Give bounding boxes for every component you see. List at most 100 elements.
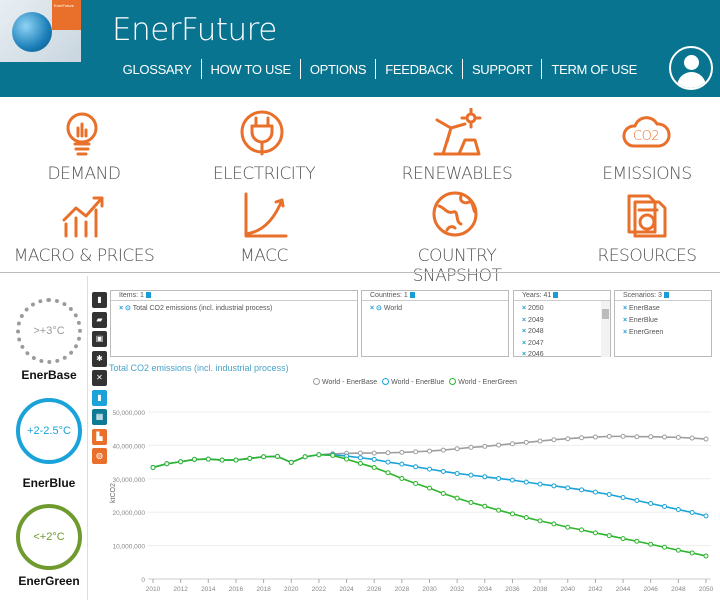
items-header: Items: 1 bbox=[119, 292, 144, 299]
list-item[interactable]: × EnerGreen bbox=[623, 327, 711, 339]
years-selector[interactable]: Years: 41 × 2050 × 2049 × 2048 × 2047 × 2046 bbox=[513, 290, 611, 358]
data-point bbox=[662, 504, 668, 510]
data-point bbox=[302, 454, 308, 460]
y-tick-label: 10,000,000 bbox=[112, 544, 145, 551]
countries-selector[interactable]: Countries: 1 × ⊙ World bbox=[361, 290, 509, 357]
module-label: DEMAND bbox=[47, 164, 121, 184]
module-macro-prices[interactable]: MACRO & PRICES bbox=[4, 190, 164, 266]
data-point bbox=[191, 456, 197, 462]
data-point bbox=[440, 468, 446, 474]
nav-options[interactable]: OPTIONS bbox=[301, 62, 375, 77]
documents-icon bbox=[627, 194, 667, 238]
data-point bbox=[399, 475, 405, 481]
settings-icon[interactable]: ✱ bbox=[92, 350, 107, 367]
data-point bbox=[565, 485, 571, 491]
data-point bbox=[523, 479, 529, 485]
trash-icon[interactable] bbox=[553, 292, 559, 298]
data-point bbox=[703, 436, 709, 442]
user-avatar-icon[interactable] bbox=[669, 46, 713, 90]
x-tick-label: 2040 bbox=[561, 586, 576, 593]
data-point bbox=[385, 470, 391, 476]
series-line-enerblue bbox=[152, 453, 707, 517]
data-point bbox=[620, 536, 626, 542]
data-point bbox=[662, 434, 668, 440]
data-point bbox=[648, 541, 654, 547]
scrollbar[interactable] bbox=[601, 301, 610, 357]
data-point bbox=[551, 521, 557, 527]
data-point bbox=[468, 472, 474, 478]
scenario-enerbase[interactable]: >+3°C EnerBase bbox=[10, 298, 88, 382]
module-label: COUNTRY SNAPSHOT bbox=[412, 246, 502, 286]
trash-icon[interactable] bbox=[663, 292, 669, 298]
data-point bbox=[579, 487, 585, 493]
legend-item-energreen[interactable]: World - EnerGreen bbox=[449, 378, 517, 386]
data-point bbox=[675, 547, 681, 553]
nav-how-to-use[interactable]: HOW TO USE bbox=[202, 62, 300, 77]
y-tick-label: 0 bbox=[141, 577, 145, 584]
module-demand[interactable]: DEMAND bbox=[4, 108, 164, 184]
x-tick-label: 2018 bbox=[256, 586, 271, 593]
legend-item-enerblue[interactable]: World - EnerBlue bbox=[382, 378, 444, 386]
nav-term-of-use[interactable]: TERM OF USE bbox=[542, 62, 646, 77]
data-point bbox=[482, 443, 488, 449]
module-electricity[interactable]: ELECTRICITY bbox=[184, 108, 344, 184]
open-folder-icon[interactable]: ▰ bbox=[92, 311, 107, 328]
globe-medal-icon: +2-2.5°C bbox=[16, 398, 82, 464]
top-nav: GLOSSARY HOW TO USE OPTIONS FEEDBACK SUP… bbox=[114, 59, 646, 79]
list-item[interactable]: × 2050 bbox=[522, 303, 610, 315]
nav-support[interactable]: SUPPORT bbox=[463, 62, 542, 77]
data-point bbox=[427, 466, 432, 472]
save-icon[interactable]: ▣ bbox=[92, 331, 107, 347]
list-item[interactable]: × EnerBase bbox=[623, 303, 711, 315]
x-tick-label: 2042 bbox=[588, 586, 603, 593]
scenario-enerblue[interactable]: +2-2.5°C EnerBlue bbox=[10, 398, 88, 490]
data-point bbox=[592, 434, 598, 440]
list-item[interactable]: × 2046 bbox=[522, 349, 610, 361]
logo-tag: EnerFuture bbox=[52, 0, 81, 30]
trash-icon[interactable] bbox=[145, 292, 151, 298]
data-point bbox=[261, 454, 267, 460]
scenario-label: EnerGreen bbox=[18, 574, 80, 588]
data-point bbox=[592, 489, 598, 495]
list-item[interactable]: × ⊙ World bbox=[362, 301, 508, 315]
items-selector[interactable]: Items: 1 × ⊙ Total CO2 emissions (incl. i… bbox=[110, 290, 358, 357]
list-item[interactable]: × 2048 bbox=[522, 326, 610, 338]
legend-item-enerbase[interactable]: World - EnerBase bbox=[313, 378, 377, 386]
trash-icon[interactable] bbox=[409, 292, 415, 298]
data-point bbox=[357, 460, 363, 466]
data-point bbox=[606, 533, 612, 539]
nav-glossary[interactable]: GLOSSARY bbox=[114, 62, 201, 77]
scenario-energreen[interactable]: <+2°C EnerGreen bbox=[10, 504, 88, 588]
data-point bbox=[205, 456, 211, 462]
module-macc[interactable]: MACC bbox=[184, 190, 344, 266]
data-point bbox=[509, 441, 515, 447]
list-item[interactable]: × 2047 bbox=[522, 338, 610, 350]
app-title: EnerFuture bbox=[112, 12, 277, 48]
x-tick-label: 2046 bbox=[643, 586, 658, 593]
data-point bbox=[496, 507, 502, 513]
data-point bbox=[468, 444, 474, 450]
module-renewables[interactable]: RENEWABLES bbox=[377, 108, 537, 184]
nav-feedback[interactable]: FEEDBACK bbox=[376, 62, 462, 77]
scenarios-selector[interactable]: Scenarios: 3 × EnerBase × EnerBlue × EnerG… bbox=[614, 290, 712, 357]
list-item[interactable]: × 2049 bbox=[522, 315, 610, 327]
module-emissions[interactable]: CO2 EMISSIONS bbox=[567, 108, 720, 184]
data-point bbox=[675, 507, 681, 513]
svg-text:CO2: CO2 bbox=[633, 129, 659, 144]
module-label: ELECTRICITY bbox=[212, 164, 316, 184]
data-point bbox=[454, 446, 460, 452]
module-resources[interactable]: RESOURCES bbox=[567, 190, 720, 266]
data-point bbox=[413, 480, 419, 486]
header: EnerFuture EnerFuture GLOSSARY HOW TO US… bbox=[0, 0, 720, 97]
new-file-icon[interactable]: ▮ bbox=[92, 292, 107, 308]
list-item[interactable]: × ⊙ Total CO2 emissions (incl. industria… bbox=[111, 301, 357, 315]
data-point bbox=[427, 485, 432, 491]
lightbulb-icon bbox=[66, 112, 98, 156]
data-point bbox=[344, 456, 350, 462]
logo[interactable]: EnerFuture bbox=[0, 0, 81, 62]
expand-icon[interactable]: ✕ bbox=[92, 370, 107, 386]
data-point bbox=[703, 513, 709, 519]
x-tick-label: 2034 bbox=[478, 586, 493, 593]
list-item[interactable]: × EnerBlue bbox=[623, 315, 711, 327]
data-point bbox=[288, 459, 294, 465]
